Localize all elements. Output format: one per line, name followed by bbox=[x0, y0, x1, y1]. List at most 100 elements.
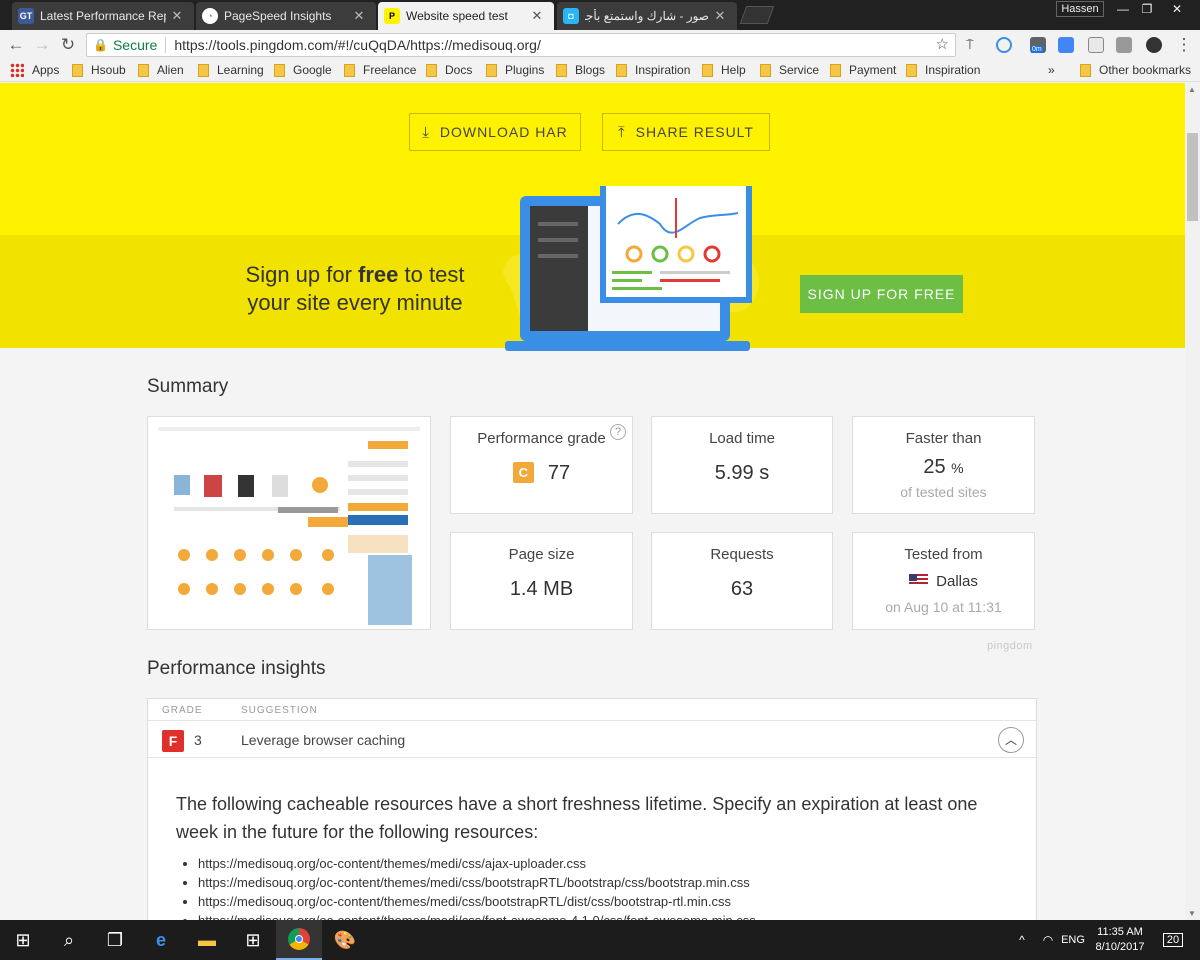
reload-icon[interactable]: ↻ bbox=[58, 35, 78, 55]
close-icon[interactable]: ✕ bbox=[352, 8, 366, 24]
bookmark-folder[interactable]: Learning bbox=[198, 63, 264, 77]
bookmarks-bar: Apps Hsoub Alien Learning Google Freelan… bbox=[0, 60, 1200, 82]
help-icon[interactable]: ? bbox=[610, 424, 626, 440]
resource-url: https://medisouq.org/oc-content/themes/m… bbox=[198, 892, 998, 911]
chrome-icon[interactable] bbox=[276, 920, 322, 960]
card-sub: of tested sites bbox=[900, 484, 987, 500]
restore-icon[interactable]: ❐ bbox=[1132, 0, 1162, 18]
extension-box-icon[interactable] bbox=[1088, 37, 1104, 53]
page-scrollbar[interactable]: ▲ ▼ bbox=[1185, 83, 1200, 920]
folder-icon bbox=[702, 63, 713, 77]
insights-table: GRADE SUGGESTION F 3 Leverage browser ca… bbox=[147, 698, 1037, 920]
bookmarks-overflow-button[interactable]: » bbox=[1048, 63, 1055, 77]
bookmark-label: Docs bbox=[445, 63, 473, 77]
url-text[interactable]: https://tools.pingdom.com/#!/cuQqDA/http… bbox=[174, 37, 541, 53]
table-row[interactable]: F 3 Leverage browser caching ︿ bbox=[148, 721, 1036, 758]
secure-label: Secure bbox=[112, 37, 158, 53]
bookmark-star-icon[interactable]: ☆ bbox=[936, 35, 949, 53]
scrollbar-thumb[interactable] bbox=[1187, 133, 1198, 221]
system-clock[interactable]: 11:35 AM 8/10/2017 bbox=[1090, 925, 1150, 955]
bookmark-folder[interactable]: Service bbox=[760, 63, 819, 77]
load-time-card: Load time 5.99 s bbox=[651, 416, 833, 514]
windows-start-icon[interactable]: ⊞ bbox=[0, 920, 46, 960]
bookmark-folder[interactable]: Payment bbox=[830, 63, 896, 77]
back-icon[interactable]: ← bbox=[6, 35, 26, 55]
bookmark-folder[interactable]: Google bbox=[274, 63, 332, 77]
folder-icon bbox=[486, 63, 497, 77]
grade-badge: C bbox=[512, 462, 534, 483]
promo-text: Sign up for bbox=[245, 262, 359, 287]
bookmark-label: Inspiration bbox=[925, 63, 981, 77]
windows-taskbar: ⊞ ⌕ ❐ e ▬ ⊞ 🎨 ^ ◠ ENG 11:35 AM 8/10/2017… bbox=[0, 920, 1200, 960]
search-icon[interactable]: ⌕ bbox=[46, 920, 92, 960]
grade-score: 77 bbox=[547, 462, 571, 484]
notification-center-icon[interactable]: 20 bbox=[1158, 920, 1188, 960]
bookmark-folder[interactable]: Plugins bbox=[486, 63, 544, 77]
profile-button[interactable]: Hassen bbox=[1056, 1, 1104, 17]
close-icon[interactable]: ✕ bbox=[530, 8, 544, 24]
edge-icon[interactable]: e bbox=[138, 920, 184, 960]
site-screenshot bbox=[147, 416, 431, 630]
card-label: Load time bbox=[709, 430, 775, 447]
download-har-button[interactable]: ⤓ DOWNLOAD HAR bbox=[409, 113, 581, 151]
paint-icon[interactable]: 🎨 bbox=[322, 920, 368, 960]
bookmark-folder[interactable]: Hsoub bbox=[72, 63, 126, 77]
bookmark-folder[interactable]: Inspiration bbox=[906, 63, 980, 77]
translate-icon[interactable] bbox=[1058, 37, 1074, 53]
bookmark-apps[interactable]: Apps bbox=[10, 63, 59, 77]
summary-heading: Summary bbox=[147, 376, 229, 397]
extension-badge-icon[interactable]: 0m bbox=[1030, 37, 1046, 53]
scroll-down-icon[interactable]: ▼ bbox=[1188, 909, 1196, 918]
file-explorer-icon[interactable]: ▬ bbox=[184, 920, 230, 960]
menu-icon[interactable]: ⋮ bbox=[1174, 35, 1194, 55]
requests-card: Requests 63 bbox=[651, 532, 833, 630]
clock-date: 8/10/2017 bbox=[1095, 941, 1145, 953]
row-suggestion: Leverage browser caching bbox=[241, 732, 406, 748]
bookmark-folder[interactable]: Help bbox=[702, 63, 746, 77]
forward-icon[interactable]: → bbox=[32, 35, 52, 55]
card-label: Tested from bbox=[904, 546, 983, 563]
tab-latest-performance[interactable]: GT Latest Performance Repo ✕ bbox=[12, 2, 194, 30]
folder-icon bbox=[616, 63, 627, 77]
card-sub: on Aug 10 at 11:31 bbox=[885, 599, 1002, 615]
wifi-icon[interactable]: ◠ bbox=[1036, 920, 1060, 960]
extension-counter-icon[interactable] bbox=[1116, 37, 1132, 53]
resource-list: https://medisouq.org/oc-content/themes/m… bbox=[198, 854, 998, 920]
new-tab-button[interactable] bbox=[739, 6, 775, 24]
bookmark-folder[interactable]: Blogs bbox=[556, 63, 605, 77]
window-close-icon[interactable]: ✕ bbox=[1162, 0, 1192, 18]
tab-photos[interactable]: ◘ صور - شارك واستمتع بأجـ ✕ bbox=[557, 2, 737, 30]
store-icon[interactable]: ⊞ bbox=[230, 920, 276, 960]
sign-up-for-free-button[interactable]: SIGN UP FOR FREE bbox=[800, 275, 963, 313]
share-result-button[interactable]: ⤒ SHARE RESULT bbox=[602, 113, 770, 151]
gtmetrix-icon: GT bbox=[18, 8, 34, 24]
bookmark-folder[interactable]: Freelance bbox=[344, 63, 416, 77]
lock-icon: 🔒 bbox=[93, 38, 108, 52]
extension-antenna-icon[interactable]: ⍑ bbox=[966, 37, 982, 53]
apps-icon bbox=[10, 63, 24, 77]
address-bar[interactable]: 🔒 Secure https://tools.pingdom.com/#!/cu… bbox=[86, 33, 956, 57]
language-indicator[interactable]: ENG bbox=[1058, 920, 1088, 960]
collapse-chevron-up-icon[interactable]: ︿ bbox=[998, 727, 1024, 753]
folder-icon bbox=[426, 63, 437, 77]
extension-timer-icon[interactable] bbox=[996, 37, 1012, 53]
scroll-up-icon[interactable]: ▲ bbox=[1188, 85, 1196, 94]
close-icon[interactable]: ✕ bbox=[170, 8, 184, 24]
tab-pagespeed[interactable]: ◔ PageSpeed Insights ✕ bbox=[196, 2, 376, 30]
folder-icon bbox=[138, 63, 149, 77]
folder-icon bbox=[830, 63, 841, 77]
column-header-grade: GRADE bbox=[162, 705, 203, 716]
tab-website-speed-test[interactable]: P Website speed test ✕ bbox=[378, 2, 554, 30]
us-flag-icon bbox=[909, 574, 929, 586]
folder-icon bbox=[556, 63, 567, 77]
close-icon[interactable]: ✕ bbox=[713, 8, 727, 24]
extension-face-icon[interactable] bbox=[1146, 37, 1162, 53]
show-hidden-icons[interactable]: ^ bbox=[1010, 920, 1034, 960]
bookmark-folder[interactable]: Docs bbox=[426, 63, 472, 77]
bookmark-folder[interactable]: Alien bbox=[138, 63, 184, 77]
signup-promo-text: Sign up for free to test your site every… bbox=[230, 261, 480, 317]
other-bookmarks[interactable]: Other bookmarks bbox=[1080, 63, 1191, 77]
folder-icon bbox=[906, 63, 917, 77]
bookmark-folder[interactable]: Inspiration bbox=[616, 63, 690, 77]
task-view-icon[interactable]: ❐ bbox=[92, 920, 138, 960]
